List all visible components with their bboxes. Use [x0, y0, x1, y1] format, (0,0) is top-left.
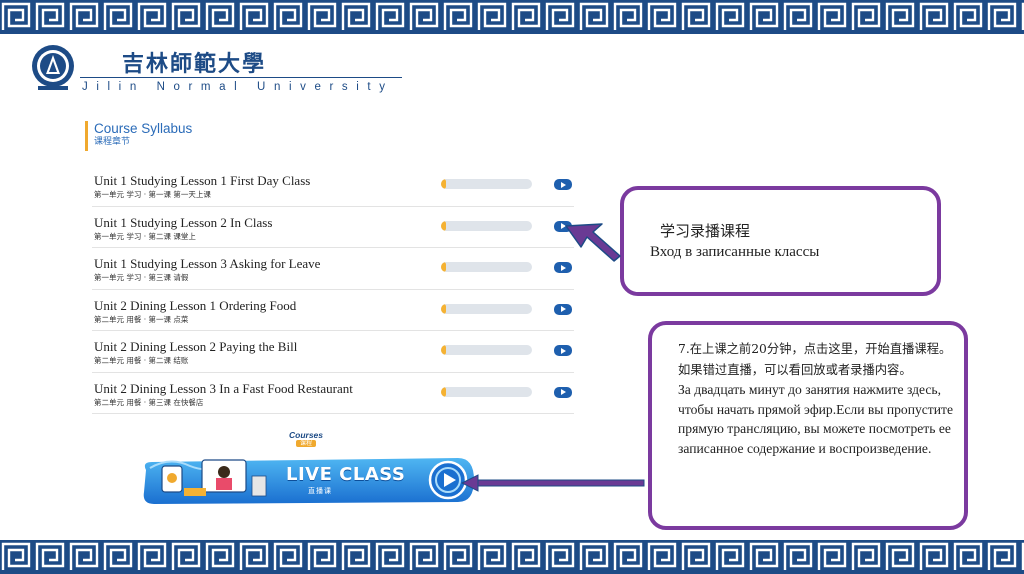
lesson-row[interactable]: Unit 1 Studying Lesson 3 Asking for Leav…	[92, 248, 574, 290]
syllabus-title: Course Syllabus	[94, 121, 193, 136]
greek-key-pattern-bottom	[0, 540, 1024, 574]
syllabus-subtitle: 课程章节	[94, 137, 131, 147]
callout-live-class-instructions: 7.在上课之前20分钟，点击这里，开始直播课程。如果错过直播，可以看回放或者录播…	[648, 321, 968, 530]
university-logo: 吉林師範大學 Jilin Normal University	[30, 44, 410, 100]
lesson-progress-bar	[441, 220, 532, 231]
lesson-row[interactable]: Unit 2 Dining Lesson 1 Ordering Food 第二单…	[92, 290, 574, 331]
lesson-subtitle: 第二单元 用餐 · 第二课 结账	[94, 356, 189, 365]
lesson-row[interactable]: Unit 2 Dining Lesson 3 In a Fast Food Re…	[92, 373, 574, 414]
top-border-decoration	[0, 0, 1024, 34]
lesson-title[interactable]: Unit 2 Dining Lesson 3 In a Fast Food Re…	[94, 381, 353, 397]
progress-fill	[441, 303, 446, 314]
lesson-progress-bar	[441, 179, 532, 189]
play-button[interactable]	[554, 262, 572, 273]
bottom-border-decoration	[0, 540, 1024, 574]
lesson-title[interactable]: Unit 2 Dining Lesson 2 Paying the Bill	[94, 339, 297, 355]
progress-fill	[441, 262, 446, 272]
university-name-cn: 吉林師範大學	[122, 51, 267, 77]
lesson-title[interactable]: Unit 1 Studying Lesson 1 First Day Class	[94, 173, 310, 189]
lesson-progress-bar	[441, 303, 532, 314]
courses-tag: Courses 课程	[284, 431, 328, 447]
course-syllabus-header: Course Syllabus 课程章节	[85, 121, 192, 151]
progress-fill	[441, 220, 446, 231]
arrow-to-live-class-icon	[460, 474, 645, 492]
arrow-to-recorded-icon	[565, 223, 621, 262]
callout-recorded-cn: 学习录播课程	[660, 222, 751, 240]
progress-fill	[441, 179, 446, 189]
progress-fill	[441, 345, 446, 355]
play-button[interactable]	[554, 179, 572, 190]
live-class-sub-label: 直播课	[308, 487, 332, 495]
lesson-subtitle: 第一单元 学习 · 第二课 课堂上	[94, 231, 196, 241]
lesson-list: Unit 1 Studying Lesson 1 First Day Class…	[92, 165, 574, 414]
live-class-label: LIVE CLASS	[286, 464, 406, 485]
lesson-subtitle: 第一单元 学习 · 第一课 第一天上课	[94, 190, 211, 199]
lesson-progress-bar	[441, 262, 532, 272]
lesson-subtitle: 第一单元 学习 · 第三课 请假	[94, 273, 189, 282]
callout-live-text: 7.在上课之前20分钟，点击这里，开始直播课程。如果错过直播，可以看回放或者录播…	[678, 339, 958, 458]
lesson-row[interactable]: Unit 1 Studying Lesson 2 In Class 第一单元 学…	[92, 207, 574, 248]
play-button[interactable]	[554, 303, 572, 315]
callout-recorded-classes: 学习录播课程 Вход в записанные классы	[620, 186, 941, 296]
courses-tag-en: Courses	[288, 430, 323, 440]
lesson-row[interactable]: Unit 1 Studying Lesson 1 First Day Class…	[92, 165, 574, 207]
play-button[interactable]	[554, 345, 572, 356]
greek-key-pattern-top	[0, 0, 1024, 34]
logo-divider	[80, 77, 402, 78]
courses-tag-cn: 课程	[296, 440, 316, 447]
lesson-subtitle: 第二单元 用餐 · 第一课 点菜	[94, 314, 189, 324]
progress-fill	[441, 386, 446, 397]
callout-live-ru: За двадцать минут до занятия нажмите зде…	[678, 382, 954, 456]
university-name-en: Jilin Normal University	[82, 81, 394, 93]
lesson-title[interactable]: Unit 1 Studying Lesson 3 Asking for Leav…	[94, 256, 320, 272]
lesson-title[interactable]: Unit 2 Dining Lesson 1 Ordering Food	[94, 298, 296, 314]
callout-recorded-ru: Вход в записанные классы	[650, 244, 820, 260]
university-emblem-icon	[32, 45, 74, 90]
lesson-row[interactable]: Unit 2 Dining Lesson 2 Paying the Bill 第…	[92, 331, 574, 373]
lesson-subtitle: 第二单元 用餐 · 第三课 在快餐店	[94, 397, 204, 407]
lesson-title[interactable]: Unit 1 Studying Lesson 2 In Class	[94, 215, 272, 231]
callout-live-cn: 7.在上课之前20分钟，点击这里，开始直播课程。如果错过直播，可以看回放或者录播…	[678, 342, 952, 377]
lesson-progress-bar	[441, 386, 532, 397]
lesson-progress-bar	[441, 345, 532, 355]
play-button[interactable]	[554, 386, 572, 398]
live-class-button[interactable]: LIVE CLASS 直播课	[140, 452, 478, 508]
